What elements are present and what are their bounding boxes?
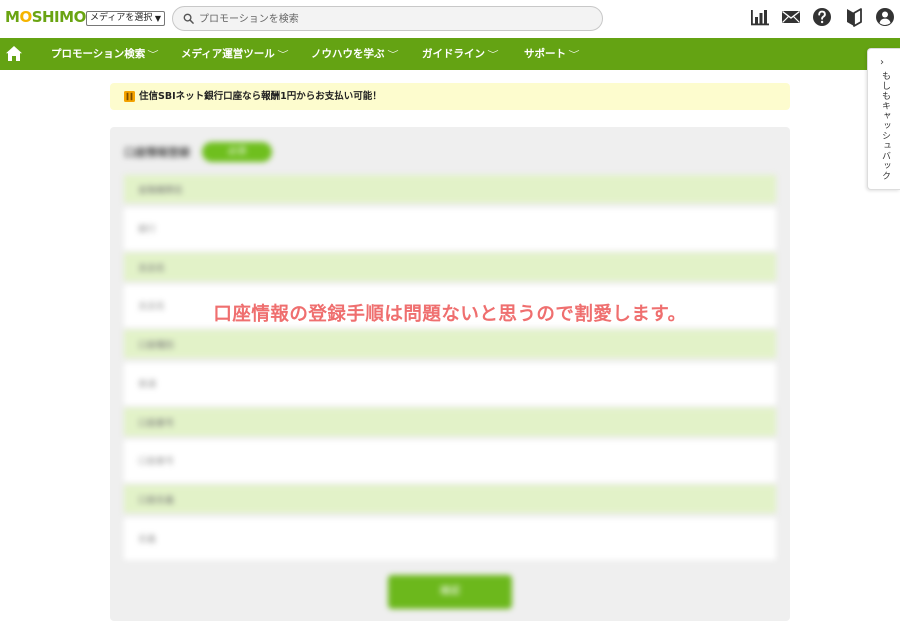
field-input[interactable]: 普通 xyxy=(124,363,776,405)
chevron-down-icon: ﹀ xyxy=(277,50,289,59)
user-icon[interactable] xyxy=(875,7,895,27)
chart-icon[interactable] xyxy=(750,7,770,27)
field-label: 口座名義 xyxy=(124,485,776,513)
field-label: 口座種別 xyxy=(124,330,776,358)
search-input[interactable] xyxy=(199,10,589,28)
field-label: 金融機関名 xyxy=(124,175,776,203)
notice-text: 住信SBIネット銀行口座なら報酬1円からお支払い可能！ xyxy=(139,91,382,102)
warning-icon xyxy=(124,91,135,102)
chevron-down-icon: ▼ xyxy=(154,14,161,23)
confirm-button[interactable]: 確認 xyxy=(388,575,512,609)
chevron-down-icon: ﹀ xyxy=(487,50,499,59)
chevron-down-icon: ﹀ xyxy=(386,50,399,59)
moshimo-logo[interactable]: MOSHIMO xyxy=(5,8,86,26)
nav-item-promotion-search[interactable]: プロモーション検索 ﹀ xyxy=(51,38,159,70)
nav-item-support[interactable]: サポート ﹀ xyxy=(524,38,580,70)
overlay-annotation: 口座情報の登録手順は問題ないと思うので割愛します。 xyxy=(213,304,687,325)
chevron-down-icon: ﹀ xyxy=(568,50,580,59)
nav-item-media-tools[interactable]: メディア運営ツール ﹀ xyxy=(181,38,289,70)
field-input[interactable]: 名義 xyxy=(124,518,776,560)
bank-account-form: 口座情報登録 必須 金融機関名 銀行 支店名 支店名 口座種別 普通 口座番号 … xyxy=(110,127,790,621)
nav-item-knowhow[interactable]: ノウハウを学ぶ ﹀ xyxy=(311,38,399,70)
chevron-right-icon: › xyxy=(880,57,884,68)
cashback-side-tab[interactable]: › もしもキャッシュバック xyxy=(867,48,900,190)
main-nav: プロモーション検索 ﹀ メディア運営ツール ﹀ ノウハウを学ぶ ﹀ ガイドライン ﹀ サ… xyxy=(0,38,900,70)
form-title: 口座情報登録 xyxy=(124,146,190,159)
field-input[interactable]: 銀行 xyxy=(124,208,776,250)
field-label: 口座番号 xyxy=(124,408,776,436)
side-tab-label: もしもキャッシュバック xyxy=(880,71,890,181)
field-label: 支店名 xyxy=(124,253,776,281)
header: MOSHIMO メディアを選択 ▼ xyxy=(0,0,900,38)
chevron-down-icon: ﹀ xyxy=(147,50,159,59)
field-input[interactable]: 口座番号 xyxy=(124,440,776,482)
beginner-icon[interactable] xyxy=(844,7,864,27)
media-select[interactable]: メディアを選択 ▼ xyxy=(86,11,165,26)
nav-item-guidelines[interactable]: ガイドライン ﹀ xyxy=(422,38,499,70)
notice-banner: 住信SBIネット銀行口座なら報酬1円からお支払い可能！ xyxy=(110,83,790,110)
search-box[interactable] xyxy=(172,6,603,31)
help-icon[interactable] xyxy=(812,7,832,27)
home-icon[interactable] xyxy=(5,45,23,62)
required-badge: 必須 xyxy=(202,142,272,162)
search-icon xyxy=(183,13,194,24)
mail-icon[interactable] xyxy=(781,7,801,27)
